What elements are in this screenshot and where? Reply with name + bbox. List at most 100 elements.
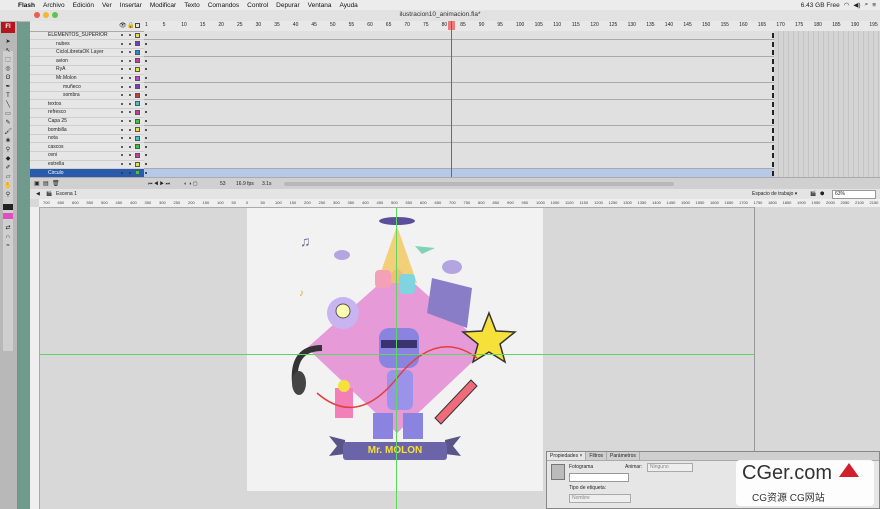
menu-texto[interactable]: Texto	[180, 2, 204, 9]
pen-tool-icon[interactable]: ✒	[3, 83, 13, 91]
text-tool-icon[interactable]: T	[3, 92, 13, 100]
menu-ventana[interactable]: Ventana	[304, 2, 336, 9]
lasso-tool-icon[interactable]: ʘ	[3, 74, 13, 82]
layer-color-swatch[interactable]	[135, 118, 140, 124]
menu-ayuda[interactable]: Ayuda	[335, 2, 361, 9]
lock-dot[interactable]	[129, 154, 131, 157]
delete-layer-icon[interactable]: 🗑	[52, 180, 60, 187]
layer-color-swatch[interactable]	[135, 135, 140, 141]
stage-canvas[interactable]: ♫ ♪ Mr. MOLON	[247, 208, 543, 491]
lock-dot[interactable]	[129, 137, 131, 140]
visibility-dot[interactable]	[121, 128, 123, 131]
new-folder-icon[interactable]: ▤	[43, 180, 49, 187]
layer-color-swatch[interactable]	[135, 161, 140, 167]
visibility-dot[interactable]	[121, 137, 123, 140]
fill-color-swatch[interactable]	[3, 213, 13, 219]
layer-color-swatch[interactable]	[135, 127, 140, 133]
layer-color-swatch[interactable]	[135, 170, 140, 176]
visibility-dot[interactable]	[121, 120, 123, 122]
menu-insertar[interactable]: Insertar	[116, 2, 146, 9]
layer-color-swatch[interactable]	[135, 101, 140, 107]
lock-dot[interactable]	[129, 34, 131, 36]
lock-dot[interactable]	[129, 102, 131, 105]
menu-ver[interactable]: Ver	[98, 2, 116, 9]
pencil-tool-icon[interactable]: ✎	[3, 119, 13, 127]
layer-color-swatch[interactable]	[135, 84, 140, 90]
bone-tool-icon[interactable]: ⚲	[3, 146, 13, 154]
line-tool-icon[interactable]: ╲	[3, 101, 13, 109]
lock-dot[interactable]	[129, 51, 131, 54]
layer-color-swatch[interactable]	[135, 92, 140, 98]
brush-tool-icon[interactable]: 🖌	[3, 128, 13, 136]
menu-archivo[interactable]: Archivo	[39, 2, 69, 9]
visibility-dot[interactable]	[121, 68, 123, 71]
layer-color-swatch[interactable]	[135, 152, 140, 158]
menu-modificar[interactable]: Modificar	[146, 2, 180, 9]
lock-dot[interactable]	[129, 111, 131, 114]
vertical-ruler[interactable]	[30, 207, 40, 509]
lock-dot[interactable]	[129, 163, 131, 165]
tab-filtros[interactable]: Filtros	[586, 452, 608, 460]
lock-dot[interactable]	[129, 120, 131, 122]
selection-tool-icon[interactable]: ➤	[3, 38, 13, 46]
lock-dot[interactable]	[129, 128, 131, 131]
back-arrow-icon[interactable]: ◀	[36, 189, 40, 199]
wifi-icon[interactable]: ◠	[844, 1, 850, 9]
visibility-dot[interactable]	[121, 163, 123, 165]
stroke-color-swatch[interactable]	[3, 204, 13, 210]
zoom-field[interactable]: 63%	[832, 190, 876, 199]
swap-colors-icon[interactable]: ⇄	[3, 224, 13, 232]
lock-dot[interactable]	[129, 85, 131, 88]
menu-depurar[interactable]: Depurar	[272, 2, 303, 9]
tab-propiedades[interactable]: Propiedades ×	[547, 452, 587, 460]
lock-icon[interactable]: 🔒	[127, 22, 134, 29]
menu-list-icon[interactable]: ≡	[872, 2, 876, 9]
visibility-dot[interactable]	[121, 111, 123, 114]
hand-tool-icon[interactable]: ✋	[3, 182, 13, 190]
layer-color-swatch[interactable]	[135, 109, 140, 115]
lock-dot[interactable]	[129, 77, 131, 79]
new-layer-icon[interactable]: ▣	[34, 180, 40, 187]
frame-name-input[interactable]	[569, 473, 629, 482]
edit-symbol-icon[interactable]: ⬢	[820, 189, 824, 199]
visibility-dot[interactable]	[121, 51, 123, 54]
visibility-dot[interactable]	[121, 34, 123, 36]
smooth-option-icon[interactable]: ≈	[3, 242, 13, 250]
visibility-dot[interactable]	[121, 154, 123, 157]
visibility-dot[interactable]	[121, 77, 123, 79]
deco-tool-icon[interactable]: ❀	[3, 137, 13, 145]
zoom-tool-icon[interactable]: ⚲	[3, 191, 13, 199]
layer-color-swatch[interactable]	[135, 66, 140, 72]
3d-rotation-tool-icon[interactable]: ◎	[3, 65, 13, 73]
visibility-dot[interactable]	[121, 59, 123, 62]
eraser-tool-icon[interactable]: ▱	[3, 173, 13, 181]
timeline-scrollbar[interactable]	[284, 182, 674, 186]
eye-icon[interactable]: 👁	[119, 22, 127, 29]
snap-magnet-icon[interactable]: ∩	[3, 233, 13, 241]
lock-dot[interactable]	[129, 42, 131, 45]
edit-scene-icon[interactable]: 🎬	[810, 189, 816, 199]
frames-grid[interactable]	[144, 31, 880, 178]
lock-dot[interactable]	[129, 145, 131, 148]
lock-dot[interactable]	[129, 68, 131, 71]
rectangle-tool-icon[interactable]: ▭	[3, 110, 13, 118]
menu-flash[interactable]: Flash	[14, 2, 39, 9]
menu-edicion[interactable]: Edición	[69, 2, 98, 9]
visibility-dot[interactable]	[121, 85, 123, 88]
horizontal-guide[interactable]	[39, 354, 755, 355]
layer-color-swatch[interactable]	[135, 75, 140, 81]
layer-color-swatch[interactable]	[135, 58, 140, 64]
lock-dot[interactable]	[129, 94, 131, 97]
vertical-guide[interactable]	[396, 207, 397, 509]
lock-dot[interactable]	[129, 171, 131, 174]
visibility-dot[interactable]	[121, 171, 123, 174]
visibility-dot[interactable]	[121, 145, 123, 148]
animate-select[interactable]: Ninguno	[647, 463, 693, 472]
scene-name[interactable]: Escena 1	[56, 189, 77, 199]
workspace-dropdown[interactable]: Espacio de trabajo ▾	[752, 189, 797, 199]
outline-icon[interactable]	[135, 23, 140, 28]
menu-comandos[interactable]: Comandos	[204, 2, 243, 9]
volume-icon[interactable]: ◀)	[853, 1, 860, 9]
visibility-dot[interactable]	[121, 102, 123, 105]
layer-color-swatch[interactable]	[135, 32, 140, 38]
